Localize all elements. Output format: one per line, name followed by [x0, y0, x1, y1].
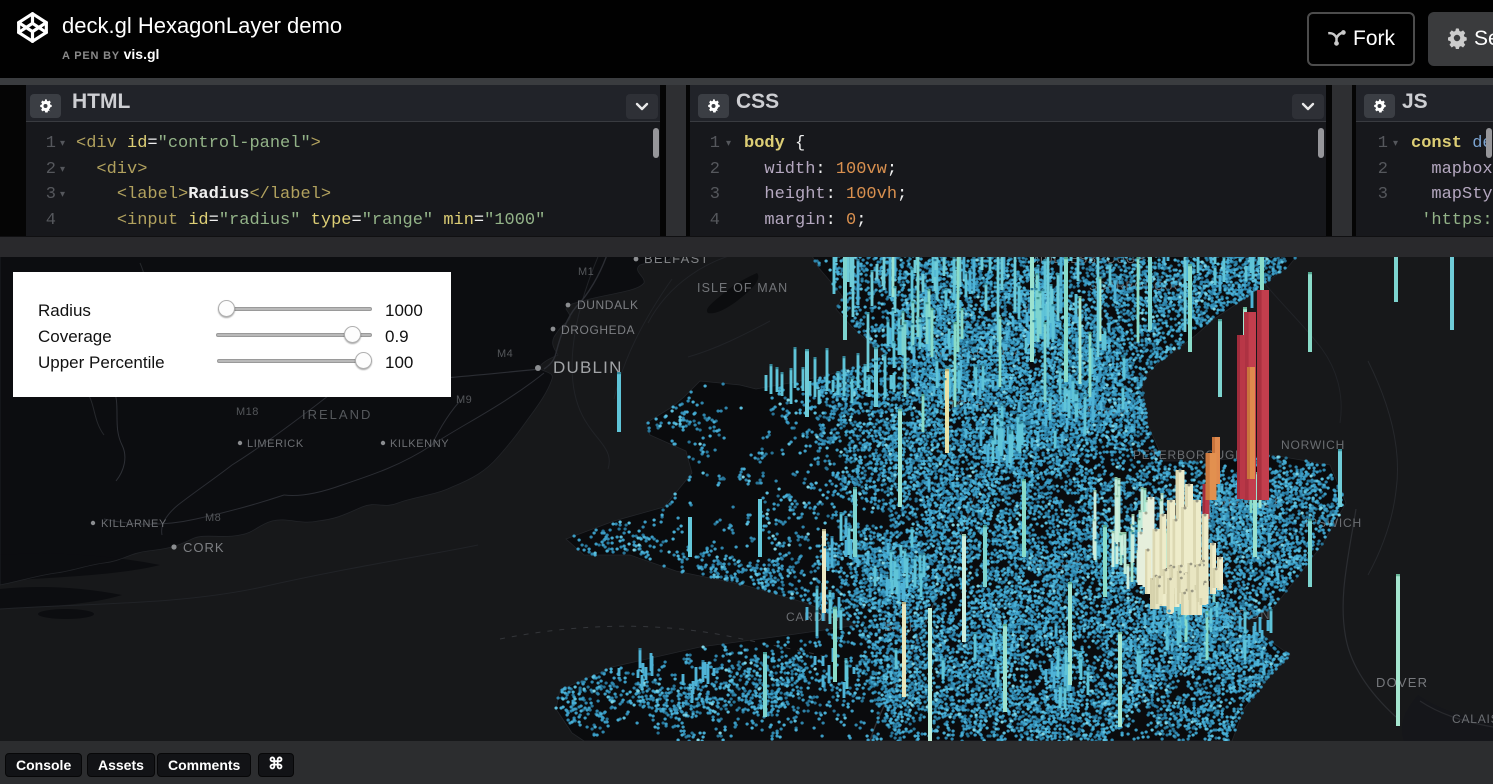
svg-text:DUBLIN: DUBLIN	[553, 358, 623, 377]
svg-text:DROGHEDA: DROGHEDA	[561, 323, 635, 337]
svg-text:NORWICH: NORWICH	[1281, 438, 1345, 452]
svg-text:M1: M1	[578, 266, 594, 278]
svg-text:CORK: CORK	[183, 540, 225, 555]
svg-text:M9: M9	[456, 394, 472, 406]
svg-text:ISLE OF MAN: ISLE OF MAN	[697, 281, 788, 295]
svg-text:M4: M4	[497, 348, 513, 360]
svg-text:KILKENNY: KILKENNY	[390, 438, 449, 450]
svg-text:DUNDALK: DUNDALK	[577, 298, 639, 312]
svg-text:M8: M8	[205, 512, 221, 524]
svg-text:M18: M18	[236, 406, 259, 418]
svg-text:CALAIS: CALAIS	[1452, 712, 1493, 726]
svg-text:LIMERICK: LIMERICK	[247, 438, 304, 450]
svg-text:DOVER: DOVER	[1376, 675, 1428, 690]
svg-text:PETERBOROUGH: PETERBOROUGH	[1133, 448, 1245, 462]
svg-text:IRELAND: IRELAND	[302, 407, 372, 422]
svg-text:BELFAST: BELFAST	[644, 257, 709, 266]
svg-text:KILLARNEY: KILLARNEY	[101, 518, 167, 530]
